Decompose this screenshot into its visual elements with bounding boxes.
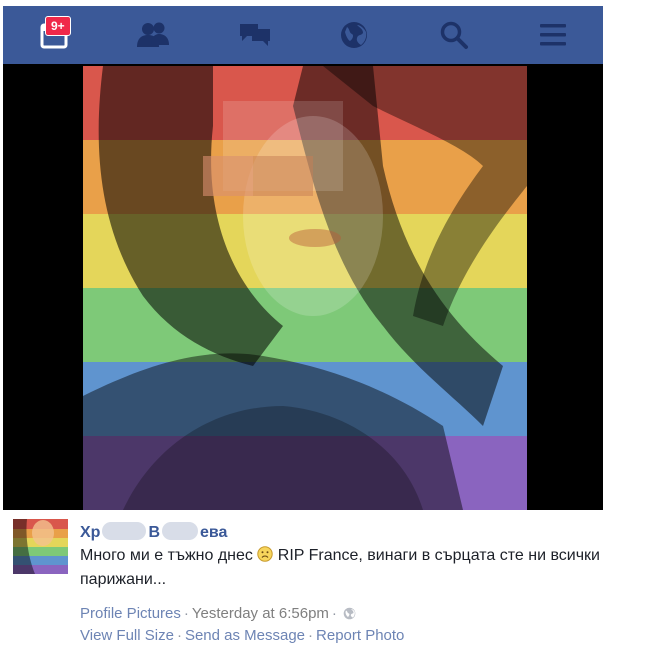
name-blur <box>162 522 199 540</box>
separator-dot: · <box>183 605 189 622</box>
search-icon <box>440 21 468 49</box>
report-photo-link[interactable]: Report Photo <box>316 627 404 644</box>
notification-badge: 9+ <box>45 16 71 36</box>
poster-name-part3: ева <box>200 524 228 541</box>
avatar-thumbnail <box>13 519 68 574</box>
friend-requests-button[interactable] <box>134 16 172 54</box>
post-meta-row: Profile Pictures · Yesterday at 6:56pm · <box>80 604 356 623</box>
send-as-message-link[interactable]: Send as Message <box>185 627 305 644</box>
globe-button[interactable] <box>335 16 373 54</box>
separator-dot: · <box>331 605 337 622</box>
poster-name[interactable]: Хр Вева <box>80 522 227 543</box>
privacy-globe-icon <box>343 607 356 620</box>
photo-viewer <box>3 64 603 510</box>
view-full-size-link[interactable]: View Full Size <box>80 627 174 644</box>
menu-icon <box>540 24 566 46</box>
timestamp[interactable]: Yesterday at 6:56pm <box>192 605 329 622</box>
search-button[interactable] <box>435 16 473 54</box>
poster-name-part2: В <box>148 524 161 541</box>
post-text: Много ми е тъжно днес RIP France, винаги… <box>80 544 600 592</box>
globe-icon <box>341 22 367 48</box>
sad-face-icon <box>257 546 274 562</box>
messages-icon <box>240 24 270 46</box>
top-navigation-bar: 9+ <box>3 6 603 64</box>
post-text-part1: Много ми е тъжно днес <box>80 547 258 564</box>
name-blur <box>102 522 147 540</box>
menu-button[interactable] <box>534 16 572 54</box>
rainbow-filtered-profile-photo <box>83 66 527 510</box>
photo-actions-row: View Full Size · Send as Message · Report Ph… <box>80 626 404 645</box>
poster-name-part1: Хр <box>80 524 101 541</box>
separator-dot: · <box>176 627 182 644</box>
separator-dot: · <box>308 627 314 644</box>
friend-requests-icon <box>137 22 169 47</box>
profile-photo[interactable] <box>83 66 527 510</box>
avatar[interactable] <box>13 519 68 574</box>
messages-button[interactable] <box>236 16 274 54</box>
album-link[interactable]: Profile Pictures <box>80 605 181 622</box>
